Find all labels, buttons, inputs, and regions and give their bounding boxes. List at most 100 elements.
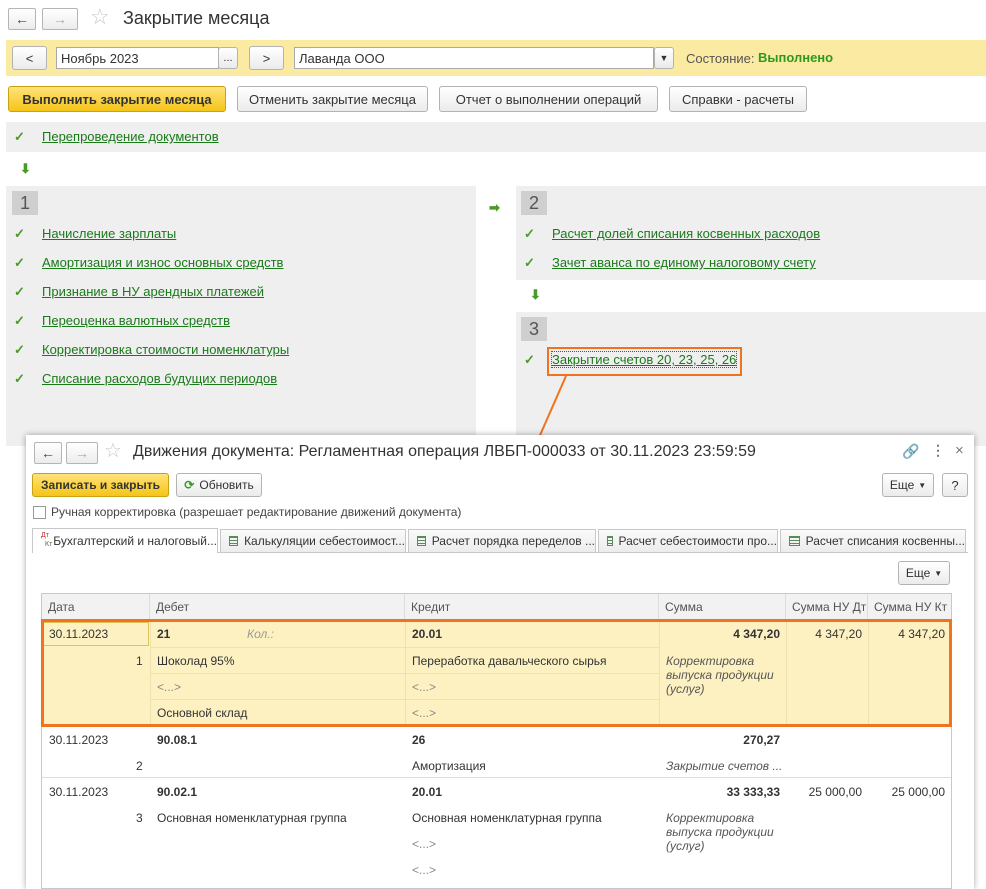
arrow-down-icon: ⬇ [20, 161, 31, 176]
check-icon: ✓ [14, 371, 25, 386]
operation-link[interactable]: Расчет долей списания косвенных расходов [552, 226, 820, 241]
doc-more-button[interactable]: Еще ▼ [882, 473, 934, 497]
status-value: Выполнено [758, 50, 834, 65]
period-select-button[interactable]: ... [218, 47, 238, 69]
save-close-button[interactable]: Записать и закрыть [32, 473, 169, 497]
manual-correction-checkbox[interactable] [33, 506, 46, 519]
check-icon: ✓ [14, 284, 25, 299]
dt-kt-icon: Дт Кт [41, 532, 52, 550]
row-highlight-frame [41, 619, 952, 727]
row-credit-sub: Амортизация [412, 759, 486, 773]
col-date[interactable]: Дата [42, 594, 150, 620]
check-icon: ✓ [14, 342, 25, 357]
block-2-number: 2 [521, 191, 547, 215]
col-sum[interactable]: Сумма [659, 594, 786, 620]
row-credit-sub: Основная номенклатурная группа [412, 811, 602, 825]
run-month-close-button[interactable]: Выполнить закрытие месяца [8, 86, 226, 112]
table-more-button[interactable]: Еще ▼ [898, 561, 950, 585]
table-icon [607, 536, 613, 546]
row-credit-sub: <...> [412, 863, 437, 877]
dt-label: Дт [41, 532, 49, 539]
operation-link[interactable]: Корректировка стоимости номенклатуры [42, 342, 289, 357]
tab-label: Расчет себестоимости про... [618, 534, 778, 548]
help-button[interactable]: ? [942, 473, 968, 497]
next-period-button[interactable]: > [249, 46, 284, 70]
doc-favorite-star-icon[interactable]: ☆ [104, 438, 122, 463]
check-icon: ✓ [524, 352, 535, 367]
row-credit-account: 20.01 [412, 785, 443, 799]
row-debit-sub: Основная номенклатурная группа [157, 811, 347, 825]
row-sum: 33 333,33 [726, 785, 780, 799]
window-title: Закрытие месяца [123, 8, 270, 28]
col-credit[interactable]: Кредит [405, 594, 659, 620]
operations-report-button[interactable]: Отчет о выполнении операций [439, 86, 658, 112]
chevron-down-icon: ▼ [934, 568, 943, 578]
refresh-label: Обновить [199, 478, 254, 492]
back-button[interactable]: ← [8, 8, 36, 30]
row-sum-nu-dt: 25 000,00 [808, 785, 862, 799]
block-1-number: 1 [12, 191, 38, 215]
check-icon: ✓ [14, 129, 25, 144]
row-content: Корректировка выпуска продукции (услуг) [666, 811, 774, 853]
check-icon: ✓ [524, 255, 535, 270]
tab-cost-calculation[interactable]: Расчет себестоимости про... [598, 529, 778, 552]
more-menu-icon[interactable]: ⋮ [931, 442, 945, 459]
row-debit-account: 90.08.1 [157, 733, 198, 747]
operation-link[interactable]: Амортизация и износ основных средств [42, 255, 283, 270]
prev-period-button[interactable]: < [12, 46, 47, 70]
row-content: Закрытие счетов ... [666, 759, 783, 773]
arrow-right-icon: ➡ [489, 200, 500, 215]
table-icon [229, 536, 239, 546]
close-icon[interactable]: × [955, 442, 964, 459]
row-number: 2 [136, 759, 143, 773]
op-close-accounts[interactable]: Закрытие счетов 20, 23, 25, 26 [550, 351, 738, 368]
arrow-down-icon: ⬇ [530, 287, 541, 302]
refresh-button[interactable]: ⟳ Обновить [176, 473, 262, 497]
period-field[interactable]: Ноябрь 2023 [56, 47, 219, 69]
tab-indirect-writeoff[interactable]: Расчет списания косвенны... [780, 529, 966, 552]
operation-link[interactable]: Переоценка валютных средств [42, 313, 230, 328]
organization-field[interactable]: Лаванда ООО [294, 47, 654, 69]
operation-link[interactable]: Признание в НУ арендных платежей [42, 284, 264, 299]
doc-forward-button[interactable]: → [66, 442, 98, 464]
doc-title: Движения документа: Регламентная операци… [133, 443, 756, 460]
status-label: Состояние: [686, 51, 755, 66]
operation-link[interactable]: Зачет аванса по единому налоговому счету [552, 255, 816, 270]
forward-button[interactable]: → [42, 8, 78, 30]
tab-label: Расчет порядка переделов ... [431, 534, 595, 548]
references-button[interactable]: Справки - расчеты [669, 86, 807, 112]
row-sum-nu-kt: 25 000,00 [891, 785, 945, 799]
operation-link[interactable]: Начисление зарплаты [42, 226, 176, 241]
cancel-month-close-button[interactable]: Отменить закрытие месяца [237, 86, 428, 112]
link-icon[interactable]: 🔗 [902, 443, 919, 460]
op-reposting-documents[interactable]: Перепроведение документов [42, 129, 219, 144]
col-sum-nu-kt[interactable]: Сумма НУ Кт [868, 594, 951, 620]
doc-more-label: Еще [889, 478, 915, 492]
row-credit-sub: <...> [412, 837, 437, 851]
table-icon [789, 536, 800, 546]
block-3-number: 3 [521, 317, 547, 341]
table-more-label: Еще [905, 566, 931, 580]
operation-link[interactable]: Списание расходов будущих периодов [42, 371, 277, 386]
row-debit-account: 90.02.1 [157, 785, 198, 799]
tab-calculations[interactable]: Калькуляции себестоимост... [220, 529, 406, 552]
col-debit[interactable]: Дебет [150, 594, 405, 620]
tab-label: Бухгалтерский и налоговый... [53, 534, 217, 548]
check-icon: ✓ [524, 226, 535, 241]
row-date: 30.11.2023 [49, 733, 109, 747]
tab-label: Калькуляции себестоимост... [244, 534, 405, 548]
check-icon: ✓ [14, 313, 25, 328]
tab-redistribution[interactable]: Расчет порядка переделов ... [408, 529, 596, 552]
row-sum: 270,27 [743, 733, 780, 747]
manual-correction-label: Ручная корректировка (разрешает редактир… [51, 505, 462, 519]
row-number: 3 [136, 811, 143, 825]
organization-dropdown-button[interactable]: ▼ [654, 47, 674, 69]
refresh-icon: ⟳ [184, 478, 195, 492]
favorite-star-icon[interactable]: ☆ [90, 4, 110, 30]
doc-back-button[interactable]: ← [34, 442, 62, 464]
kt-label: Кт [45, 541, 53, 548]
tab-accounting[interactable]: Дт Кт Бухгалтерский и налоговый... [32, 528, 218, 553]
tab-label: Расчет списания косвенны... [805, 534, 965, 548]
col-sum-nu-dt[interactable]: Сумма НУ Дт [786, 594, 868, 620]
chevron-down-icon: ▼ [918, 480, 927, 490]
